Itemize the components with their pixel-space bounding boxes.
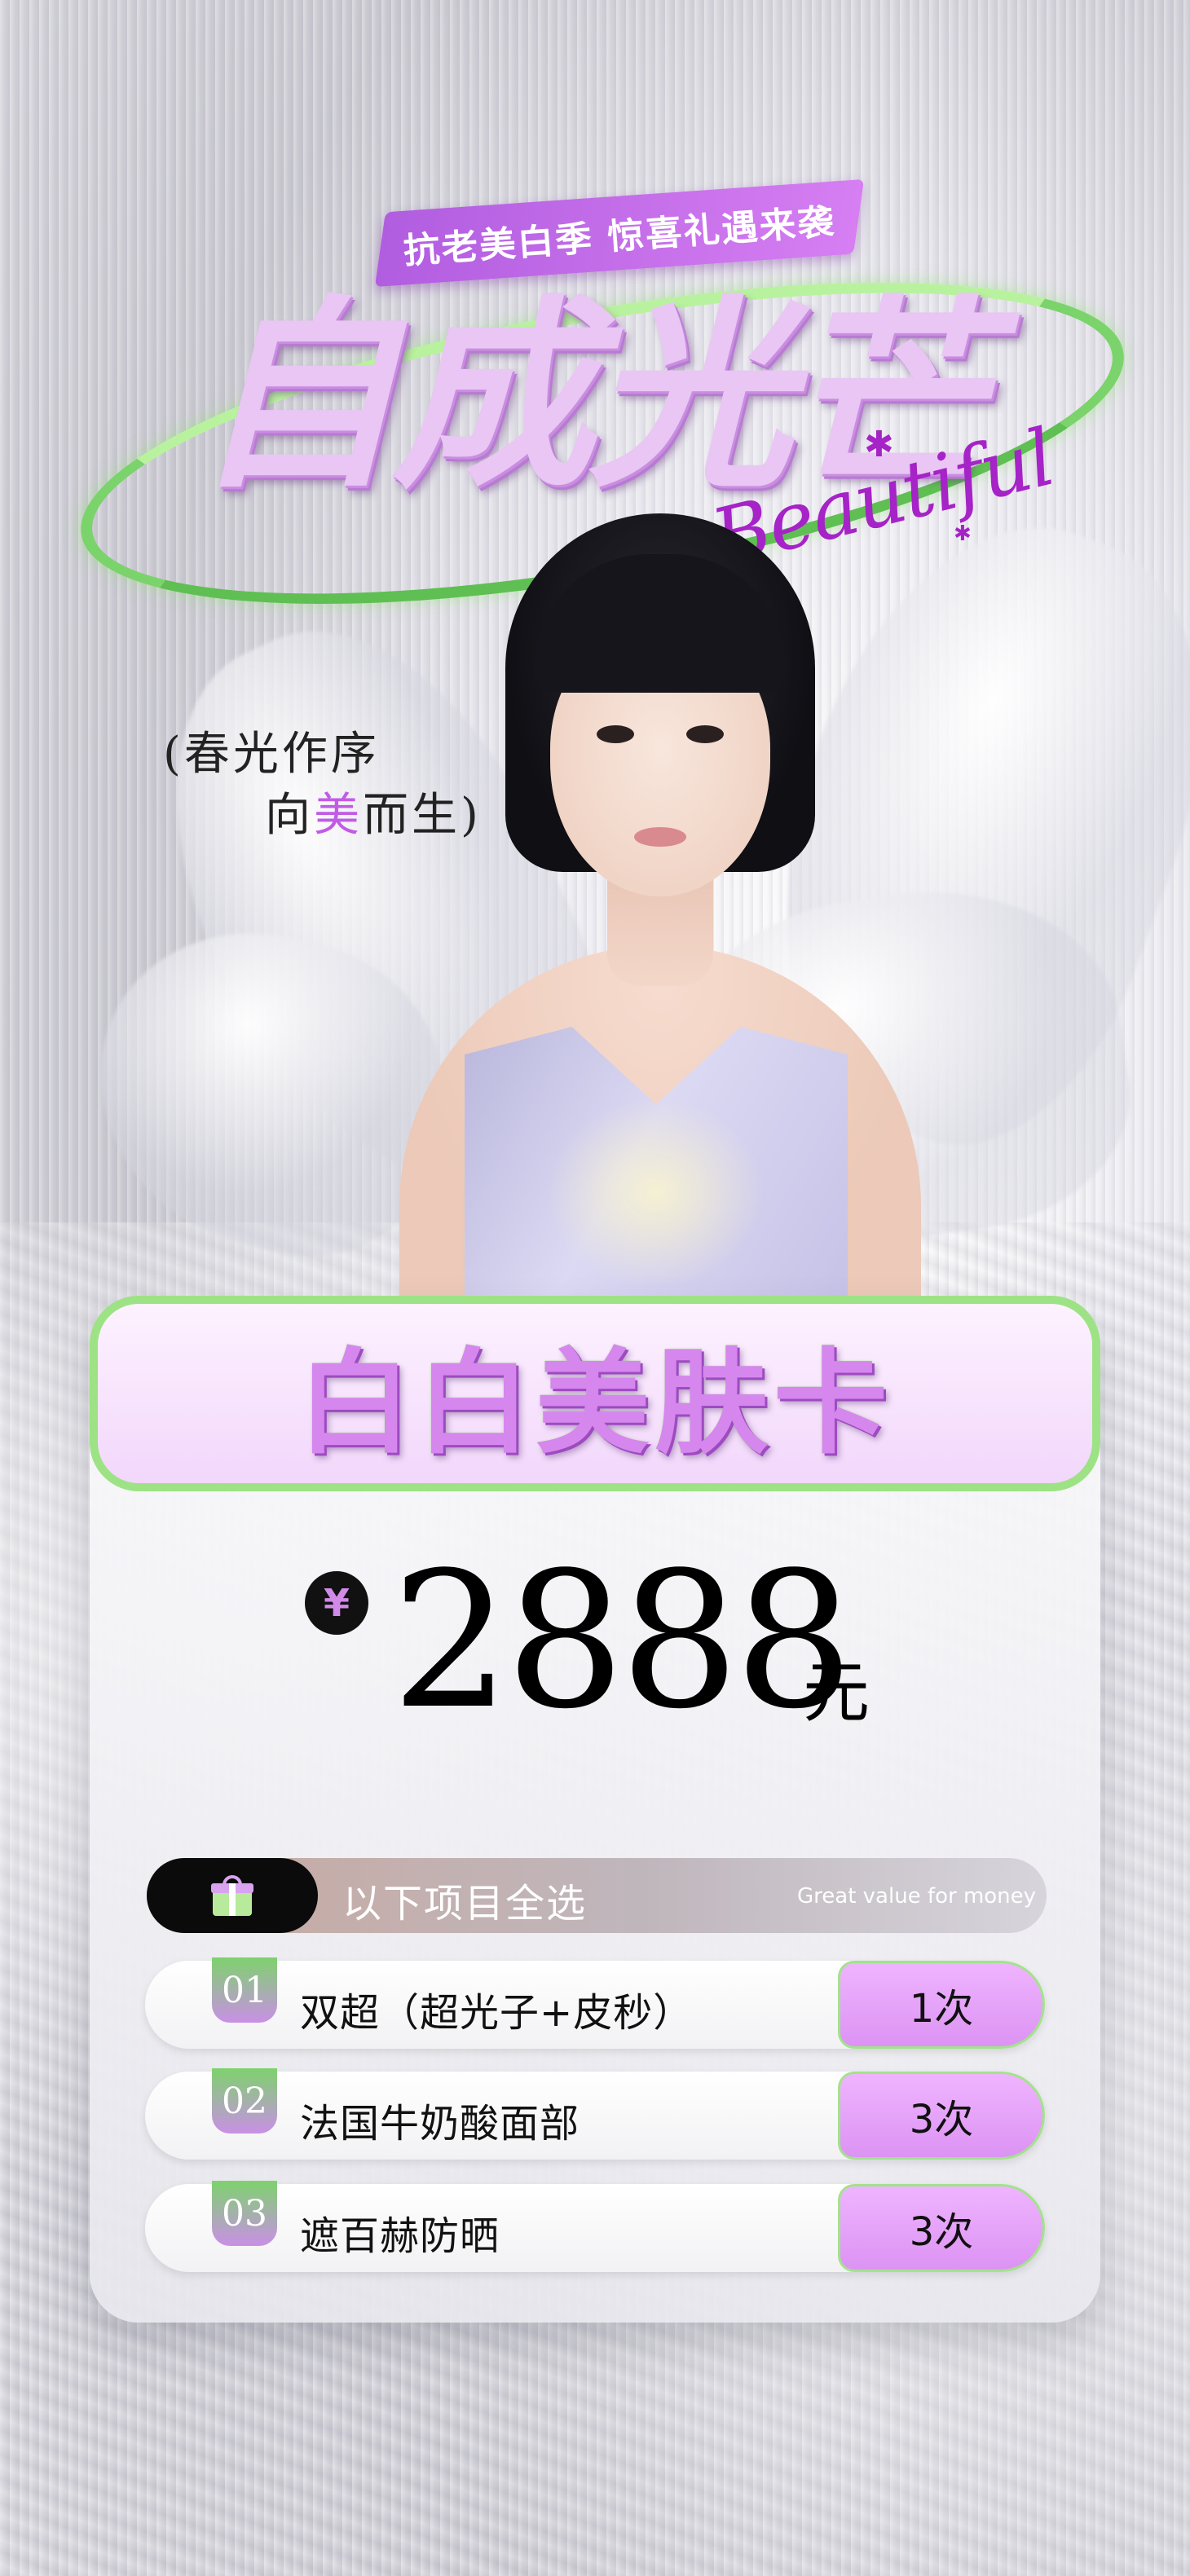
price-unit: 元 (803, 1654, 870, 1732)
yuan-icon: ¥ (305, 1571, 368, 1635)
price-value: 2888 (391, 1533, 853, 1750)
list-item[interactable]: 03 遮百赫防晒 3次 (145, 2181, 1045, 2272)
portrait-eye (686, 725, 724, 743)
list-item-name: 遮百赫防晒 (300, 2213, 500, 2259)
list-item-count: 3次 (838, 2072, 1045, 2160)
promo-banner: 抗老美白季 惊喜礼遇来袭 (374, 178, 865, 288)
gift-icon (211, 1875, 253, 1916)
slogan-accent: 美 (314, 789, 363, 842)
list-item[interactable]: 01 双超（超光子+皮秒） 1次 (145, 1957, 1045, 2049)
list-item-number: 02 (212, 2068, 277, 2133)
slogan-bracket: ( (163, 728, 184, 781)
selection-subtitle: Great value for money (797, 1884, 1037, 1909)
slogan-text-1: 春光作序 (183, 728, 380, 781)
portrait-eye (597, 725, 634, 743)
list-item-name: 双超（超光子+皮秒） (300, 1990, 694, 2036)
gift-pill (147, 1858, 318, 1933)
sparkle-icon: ✱ (864, 424, 894, 465)
model-portrait (383, 505, 970, 1304)
list-item-count: 3次 (838, 2184, 1045, 2272)
list-item-count: 1次 (838, 1961, 1045, 2049)
slogan-text-2a: 向 (265, 789, 314, 842)
list-item-name: 法国牛奶酸面部 (300, 2101, 580, 2147)
list-item[interactable]: 02 法国牛奶酸面部 3次 (145, 2068, 1045, 2160)
list-item-number: 01 (212, 1957, 277, 2023)
list-item-number: 03 (212, 2181, 277, 2246)
promo-banner-text: 抗老美白季 惊喜礼遇来袭 (402, 201, 838, 272)
selection-label: 以下项目全选 (342, 1881, 588, 1926)
poster: 抗老美白季 惊喜礼遇来袭 自成光芒 Beautiful ✱ ✱ (春光作序 向美… (0, 0, 1190, 2576)
slogan-line-1: (春光作序 (163, 717, 380, 783)
portrait-lips (634, 827, 686, 847)
card-title: 白白美肤卡 (297, 1337, 892, 1470)
card-header: 白白美肤卡 (90, 1296, 1100, 1491)
